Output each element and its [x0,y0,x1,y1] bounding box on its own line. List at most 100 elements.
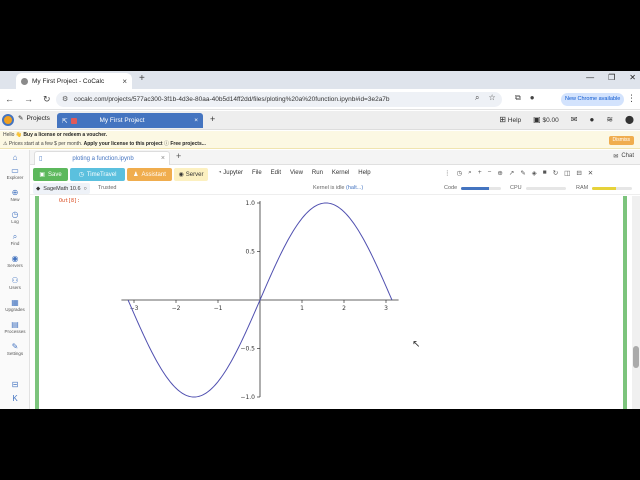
cube-icon[interactable]: ◈ [532,169,537,177]
profile-icon[interactable]: ● [530,93,535,103]
browser-actions: ⧉ ● [515,93,535,103]
cpu-label: CPU [510,185,522,191]
trusted-status[interactable]: Trusted [98,185,116,191]
browser-tab[interactable]: My First Project - CoCalc × [16,73,132,89]
site-info-icon[interactable]: ⚙ [62,92,68,107]
notifications-icon[interactable]: ● [590,115,595,124]
more-icon[interactable]: ⋮ [444,169,451,177]
sidebar-item-log[interactable]: ◷ Log [0,210,30,224]
expand-icon[interactable]: ↗ [509,169,514,177]
bookmark-star-icon[interactable]: ☆ [488,93,495,103]
sidebar-item-label: Settings [6,351,24,356]
balance-button[interactable]: ▣ $0.00 [533,115,559,124]
kernel-status-row: ◆ SageMath 10.6 ○ Trusted Kernel is idle… [30,183,640,195]
chat-button[interactable]: ✉ Chat [613,153,634,160]
project-tab[interactable]: ⇱ My First Project × [57,113,203,128]
cocalc-logo-icon[interactable] [2,114,14,126]
forward-icon[interactable]: → [24,94,33,105]
notebook-scrollbar[interactable] [632,196,640,409]
assistant-button[interactable]: ♟ Assistant [127,168,172,181]
server-button[interactable]: ◉ Server [174,168,208,181]
minimize-icon[interactable]: — [586,73,594,82]
cpu-bar [525,186,566,190]
mail-icon[interactable]: ✉ [571,115,578,124]
project-tab-title: My First Project [99,117,145,124]
sidebar-item-processes[interactable]: ▤ Processes [0,320,30,334]
timetravel-button[interactable]: ◷ TimeTravel [70,168,125,181]
reload-icon[interactable]: ↻ [43,94,51,105]
x-tick-label: 1 [300,305,304,312]
menu-run[interactable]: Run [312,170,323,176]
y-tick-label: −0.5 [240,346,255,353]
close-project-icon[interactable]: × [194,117,198,124]
close-frame-icon[interactable]: ✕ [588,169,593,177]
menu-edit[interactable]: Edit [271,170,281,176]
kernel-selector[interactable]: ◆ SageMath 10.6 ○ [33,183,90,194]
clock-icon[interactable]: ◷ [457,169,463,177]
stop-icon[interactable]: ■ [543,169,547,177]
zoom-in-icon[interactable]: ⊕ [497,169,502,177]
close-window-icon[interactable]: ✕ [629,73,636,82]
upgrades-icon: ▦ [11,298,19,307]
refresh-icon[interactable]: ↻ [553,169,558,177]
halt-link[interactable]: (halt...) [346,185,363,191]
dismiss-button[interactable]: Dismiss [608,136,634,145]
server-icon: ◉ [11,254,19,263]
help-button[interactable]: ⊞ Help [499,115,521,124]
restore-icon[interactable]: ❐ [608,73,615,82]
file-tabs-row: ▯ ploting a function.ipynb × + ✉ Chat [30,150,640,165]
wrench-icon: ✎ [11,342,19,351]
edit-icon[interactable]: ✎ [520,169,525,177]
apply-license-link[interactable]: Apply your license to this project [84,141,163,147]
menu-file[interactable]: File [252,170,262,176]
help-icon: ⊞ [499,115,506,124]
account-avatar[interactable]: ⬤ [625,115,634,124]
open-file-icon[interactable]: + [176,151,181,161]
sidebar-item-find[interactable]: ⌕ Find [0,232,30,246]
project-status-icon [71,117,78,124]
layout-icon[interactable]: ⊟ [576,169,581,177]
sidebar-item-settings[interactable]: ✎ Settings [0,342,30,356]
cocalc-favicon-icon [21,77,28,85]
sidebar-item-label: Log [11,219,19,224]
sage-icon: ◆ [36,185,41,192]
buy-license-link[interactable]: Buy a license or redeem a voucher. [23,132,107,138]
banner-line-2: ⚠ Prices start at a few $ per month. App… [3,140,206,147]
sidebar-item-new[interactable]: ⊕ New [0,188,30,202]
edit-icon: ✎ [18,115,24,122]
sidebar-item-users[interactable]: ⚇ Users [0,276,30,290]
new-tab-icon[interactable]: + [139,73,145,84]
menu-view[interactable]: View [290,170,303,176]
zoom-icon[interactable]: ⌕ [475,93,479,103]
menu-help[interactable]: Help [358,170,370,176]
search-icon[interactable]: ⌕ [468,169,472,177]
url-field[interactable]: ⚙ cocalc.com/projects/577ac300-3f1b-4d3e… [56,92,502,107]
browser-menu-icon[interactable]: ⋮ [627,93,636,104]
sidebar-collapse[interactable]: K [0,394,30,403]
back-icon[interactable]: ← [5,94,14,105]
free-projects-link[interactable]: Free projects... [170,141,206,147]
sidebar-item-explorer[interactable]: ▭ Explorer [0,166,30,180]
scrollbar-thumb[interactable] [633,346,639,368]
menu-jupyter[interactable]: ◔ Jupyter [218,170,243,176]
menu-bar: ◔ Jupyter File Edit View Run Kernel Help [218,170,371,176]
menu-kernel[interactable]: Kernel [332,170,349,176]
close-tab-icon[interactable]: × [122,77,127,86]
file-tab-notebook[interactable]: ▯ ploting a function.ipynb × [34,151,170,165]
add-cell-icon[interactable]: + [478,169,482,177]
sidebar-home[interactable]: ⌂ [0,153,30,162]
x-tick-label: −1 [214,305,223,312]
zoom-out-icon[interactable]: − [488,169,492,177]
add-project-icon[interactable]: + [210,114,215,124]
extensions-icon[interactable]: ⧉ [515,93,521,103]
sidebar-split-view[interactable]: ⊟ [0,380,30,389]
save-button[interactable]: ▣ Save [33,168,68,181]
projects-tab[interactable]: ✎ Projects [18,114,50,123]
help-label: Help [507,117,522,124]
sidebar-item-upgrades[interactable]: ▦ Upgrades [0,298,30,312]
chrome-update-button[interactable]: New Chrome available [561,93,625,106]
close-file-icon[interactable]: × [161,155,165,162]
sidebar-item-servers[interactable]: ◉ Servers [0,254,30,268]
sidebar-item-label: Users [9,285,21,290]
split-icon[interactable]: ◫ [564,169,570,177]
